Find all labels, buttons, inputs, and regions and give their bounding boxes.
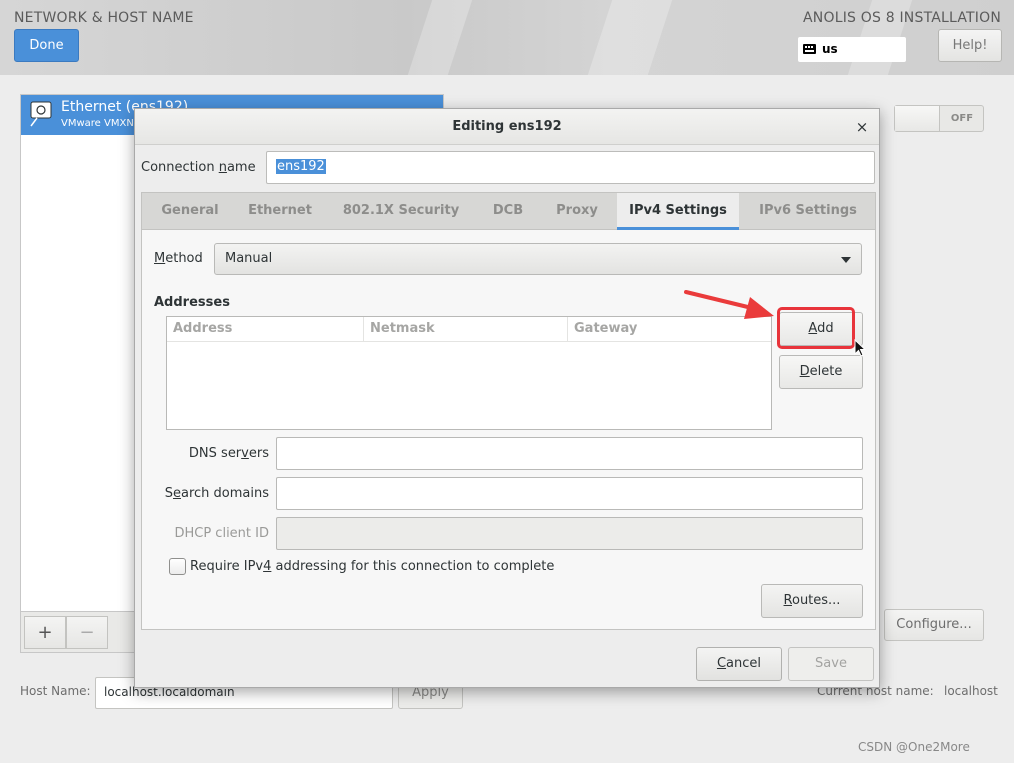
save-button[interactable]: Save xyxy=(788,647,874,681)
method-dropdown[interactable]: Manual xyxy=(214,243,862,275)
tab-bar: General Ethernet 802.1X Security DCB Pro… xyxy=(142,193,875,230)
configure-button[interactable]: Configure... xyxy=(884,609,984,641)
header-decoration xyxy=(587,0,673,75)
done-button[interactable]: Done xyxy=(14,29,79,62)
dialog-title: Editing ens192 xyxy=(452,119,562,134)
keyboard-layout-indicator[interactable]: us xyxy=(798,37,906,62)
ethernet-icon xyxy=(30,101,52,127)
toggle-knob xyxy=(895,106,940,131)
host-name-label: Host Name: xyxy=(20,684,91,698)
search-domains-input[interactable] xyxy=(276,477,863,510)
device-enable-toggle[interactable]: OFF xyxy=(894,105,984,132)
dns-servers-label: DNS servers xyxy=(188,446,269,461)
tab-ethernet[interactable]: Ethernet xyxy=(238,193,322,230)
tab-8021x-security[interactable]: 802.1X Security xyxy=(336,193,466,230)
require-ipv4-label[interactable]: Require IPv4 addressing for this connect… xyxy=(190,559,554,574)
keyboard-layout-label: us xyxy=(822,42,838,56)
method-label: Method xyxy=(154,251,203,266)
tab-proxy[interactable]: Proxy xyxy=(546,193,608,230)
tab-ipv4-settings[interactable]: IPv4 Settings xyxy=(617,193,739,230)
dhcp-client-id-input[interactable] xyxy=(276,517,863,550)
mouse-cursor-icon xyxy=(854,339,867,357)
close-icon[interactable]: × xyxy=(852,117,872,137)
dhcp-client-id-label: DHCP client ID xyxy=(174,526,269,541)
column-header-address[interactable]: Address xyxy=(167,317,364,342)
toggle-state-label: OFF xyxy=(950,113,974,124)
dialog-titlebar: Editing ens192 × xyxy=(135,109,879,145)
add-device-button[interactable]: + xyxy=(24,616,66,649)
search-domains-label: Search domains xyxy=(164,486,269,501)
settings-notebook: General Ethernet 802.1X Security DCB Pro… xyxy=(141,192,876,630)
dns-servers-input[interactable] xyxy=(276,437,863,470)
tab-ipv6-settings[interactable]: IPv6 Settings xyxy=(747,193,869,230)
cancel-button[interactable]: Cancel xyxy=(696,647,782,681)
keyboard-icon xyxy=(803,44,816,54)
addresses-label: Addresses xyxy=(154,295,230,310)
connection-name-label: Connection name xyxy=(141,160,256,175)
column-header-netmask[interactable]: Netmask xyxy=(364,317,568,342)
require-ipv4-checkbox[interactable] xyxy=(169,558,186,575)
annotation-arrow-icon xyxy=(684,290,774,319)
routes-button[interactable]: Routes... xyxy=(761,584,863,618)
connection-name-input[interactable]: ens192 xyxy=(266,151,875,184)
header-decoration xyxy=(407,0,473,75)
method-selected-value: Manual xyxy=(225,251,273,266)
screen-title: NETWORK & HOST NAME xyxy=(14,10,194,26)
connection-name-value: ens192 xyxy=(276,159,326,174)
current-host-name-value: localhost xyxy=(944,684,998,698)
watermark: CSDN @One2More xyxy=(858,740,970,754)
delete-address-button[interactable]: Delete xyxy=(779,355,863,389)
dropdown-arrow-icon xyxy=(841,257,851,263)
installation-title: ANOLIS OS 8 INSTALLATION xyxy=(803,10,1001,26)
help-button[interactable]: Help! xyxy=(938,29,1002,62)
editing-connection-dialog: Editing ens192 × Connection name ens192 … xyxy=(134,108,880,688)
tab-general[interactable]: General xyxy=(152,193,228,230)
remove-device-button[interactable]: − xyxy=(66,616,108,649)
tab-dcb[interactable]: DCB xyxy=(480,193,536,230)
